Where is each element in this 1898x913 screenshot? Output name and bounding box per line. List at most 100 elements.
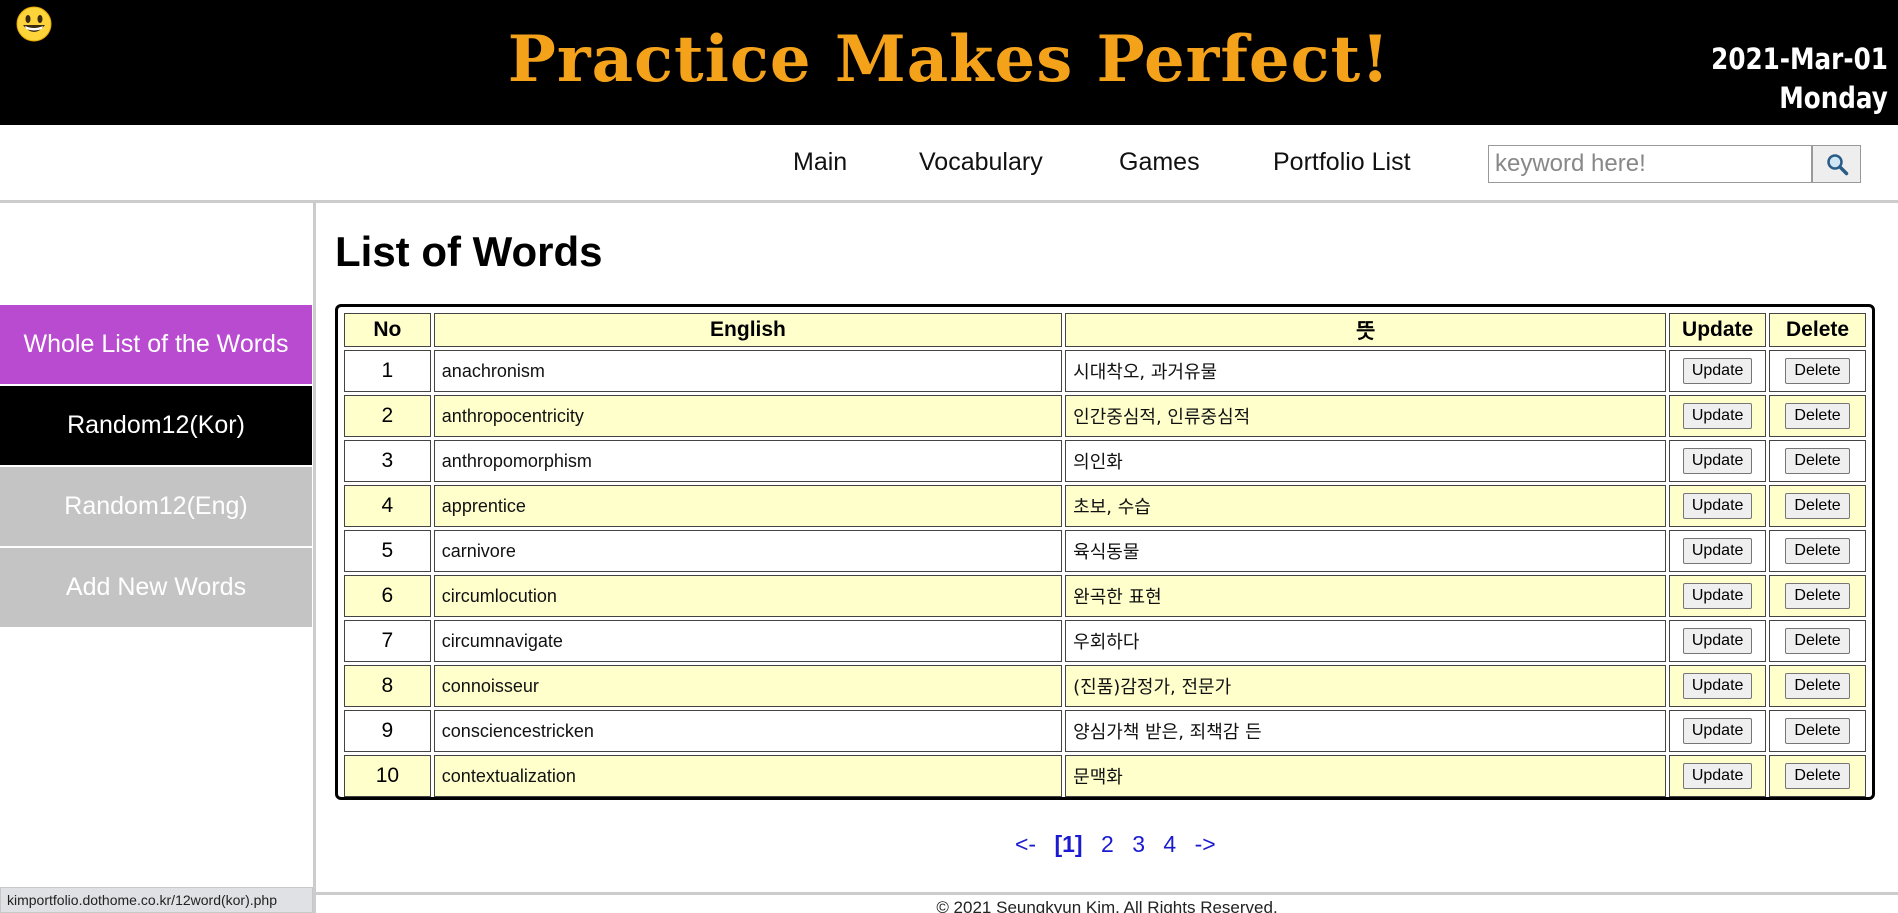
cell-update: Update (1669, 710, 1767, 752)
table-row: 2 anthropocentricity 인간중심적, 인류중심적 Update Del… (344, 395, 1866, 437)
cell-meaning: 문맥화 (1065, 755, 1667, 797)
delete-button[interactable]: Delete (1785, 583, 1850, 609)
search-input[interactable] (1488, 145, 1812, 183)
update-button[interactable]: Update (1682, 493, 1753, 519)
date-display: 2021-Mar-01 Monday (1711, 40, 1888, 118)
cell-meaning: 시대착오, 과거유물 (1065, 350, 1667, 392)
cell-no: 6 (344, 575, 431, 617)
footer-copyright: © 2021 Seungkyun Kim. All Rights Reserve… (936, 898, 1278, 913)
cell-meaning: 육식동물 (1065, 530, 1667, 572)
page-title: List of Words (335, 228, 603, 275)
update-button[interactable]: Update (1682, 448, 1753, 474)
weekday-text: Monday (1779, 81, 1888, 115)
nav-item-main[interactable]: Main (793, 148, 847, 177)
delete-button[interactable]: Delete (1785, 538, 1850, 564)
cell-update: Update (1669, 620, 1767, 662)
table-row: 10 contextualization 문맥화 Update Delete (344, 755, 1866, 797)
cell-delete: Delete (1769, 665, 1866, 707)
delete-button[interactable]: Delete (1785, 448, 1850, 474)
cell-update: Update (1669, 530, 1767, 572)
delete-button[interactable]: Delete (1785, 403, 1850, 429)
word-table-container: No English 뜻 Update Delete 1 anachronism 시… (335, 304, 1875, 800)
delete-button[interactable]: Delete (1785, 673, 1850, 699)
update-button[interactable]: Update (1682, 763, 1753, 789)
cell-no: 3 (344, 440, 431, 482)
cell-no: 2 (344, 395, 431, 437)
sidebar-item-random12-kor[interactable]: Random12(Kor) (0, 386, 312, 465)
delete-button[interactable]: Delete (1785, 493, 1850, 519)
site-header: Practice Makes Perfect! 2021-Mar-01 Mond… (0, 0, 1898, 125)
cell-update: Update (1669, 440, 1767, 482)
update-button[interactable]: Update (1682, 628, 1753, 654)
table-row: 3 anthropomorphism 의인화 Update Delete (344, 440, 1866, 482)
update-button[interactable]: Update (1682, 358, 1753, 384)
next-page-link[interactable]: -> (1195, 831, 1216, 857)
table-row: 9 consciencestricken 양심가책 받은, 죄책감 든 Update D… (344, 710, 1866, 752)
prev-page-link[interactable]: <- (1015, 831, 1036, 857)
sidebar-divider (313, 203, 316, 913)
page-link-4[interactable]: 4 (1163, 831, 1176, 857)
sidebar-item-add-new-words[interactable]: Add New Words (0, 548, 312, 627)
cell-meaning: 우회하다 (1065, 620, 1667, 662)
cell-delete: Delete (1769, 530, 1866, 572)
magnifier-icon (1826, 154, 1848, 176)
current-page[interactable]: [1] (1054, 831, 1082, 857)
cell-meaning: 의인화 (1065, 440, 1667, 482)
column-header-delete: Delete (1769, 313, 1866, 347)
cell-delete: Delete (1769, 350, 1866, 392)
cell-delete: Delete (1769, 620, 1866, 662)
update-button[interactable]: Update (1682, 673, 1753, 699)
cell-meaning: (진품)감정가, 전문가 (1065, 665, 1667, 707)
page-link-2[interactable]: 2 (1101, 831, 1114, 857)
cell-meaning: 초보, 수습 (1065, 485, 1667, 527)
nav-item-vocabulary[interactable]: Vocabulary (919, 148, 1043, 177)
cell-meaning: 양심가책 받은, 죄책감 든 (1065, 710, 1667, 752)
delete-button[interactable]: Delete (1785, 763, 1850, 789)
cell-no: 8 (344, 665, 431, 707)
table-row: 8 connoisseur (진품)감정가, 전문가 Update Delete (344, 665, 1866, 707)
cell-no: 5 (344, 530, 431, 572)
cell-english: apprentice (433, 485, 1063, 527)
cell-english: carnivore (433, 530, 1063, 572)
word-table: No English 뜻 Update Delete 1 anachronism 시… (341, 310, 1869, 800)
delete-button[interactable]: Delete (1785, 718, 1850, 744)
nav-item-portfolio-list[interactable]: Portfolio List (1273, 148, 1411, 177)
sidebar-item-random12-eng[interactable]: Random12(Eng) (0, 467, 312, 546)
cell-english: anachronism (433, 350, 1063, 392)
site-title: Practice Makes Perfect! (507, 22, 1391, 97)
page-link-3[interactable]: 3 (1132, 831, 1145, 857)
search-button[interactable] (1812, 145, 1861, 183)
cell-meaning: 인간중심적, 인류중심적 (1065, 395, 1667, 437)
cell-meaning: 완곡한 표현 (1065, 575, 1667, 617)
table-row: 6 circumlocution 완곡한 표현 Update Delete (344, 575, 1866, 617)
cell-english: circumnavigate (433, 620, 1063, 662)
cell-english: anthropomorphism (433, 440, 1063, 482)
delete-button[interactable]: Delete (1785, 358, 1850, 384)
cell-update: Update (1669, 755, 1767, 797)
nav-item-games[interactable]: Games (1119, 148, 1200, 177)
cell-english: connoisseur (433, 665, 1063, 707)
update-button[interactable]: Update (1682, 718, 1753, 744)
sidebar-item-whole-list[interactable]: Whole List of the Words (0, 305, 312, 384)
update-button[interactable]: Update (1682, 538, 1753, 564)
column-header-update: Update (1669, 313, 1767, 347)
cell-english: contextualization (433, 755, 1063, 797)
browser-status-bar: kimportfolio.dothome.co.kr/12word(kor).p… (0, 887, 313, 913)
table-row: 7 circumnavigate 우회하다 Update Delete (344, 620, 1866, 662)
cell-no: 9 (344, 710, 431, 752)
cell-no: 1 (344, 350, 431, 392)
update-button[interactable]: Update (1682, 583, 1753, 609)
cell-update: Update (1669, 485, 1767, 527)
table-row: 4 apprentice 초보, 수습 Update Delete (344, 485, 1866, 527)
delete-button[interactable]: Delete (1785, 628, 1850, 654)
cell-no: 7 (344, 620, 431, 662)
nav-divider (0, 200, 1898, 203)
cell-english: circumlocution (433, 575, 1063, 617)
cell-update: Update (1669, 575, 1767, 617)
column-header-english: English (433, 313, 1063, 347)
cell-delete: Delete (1769, 485, 1866, 527)
update-button[interactable]: Update (1682, 403, 1753, 429)
column-header-no: No (344, 313, 431, 347)
cell-no: 10 (344, 755, 431, 797)
cell-delete: Delete (1769, 395, 1866, 437)
